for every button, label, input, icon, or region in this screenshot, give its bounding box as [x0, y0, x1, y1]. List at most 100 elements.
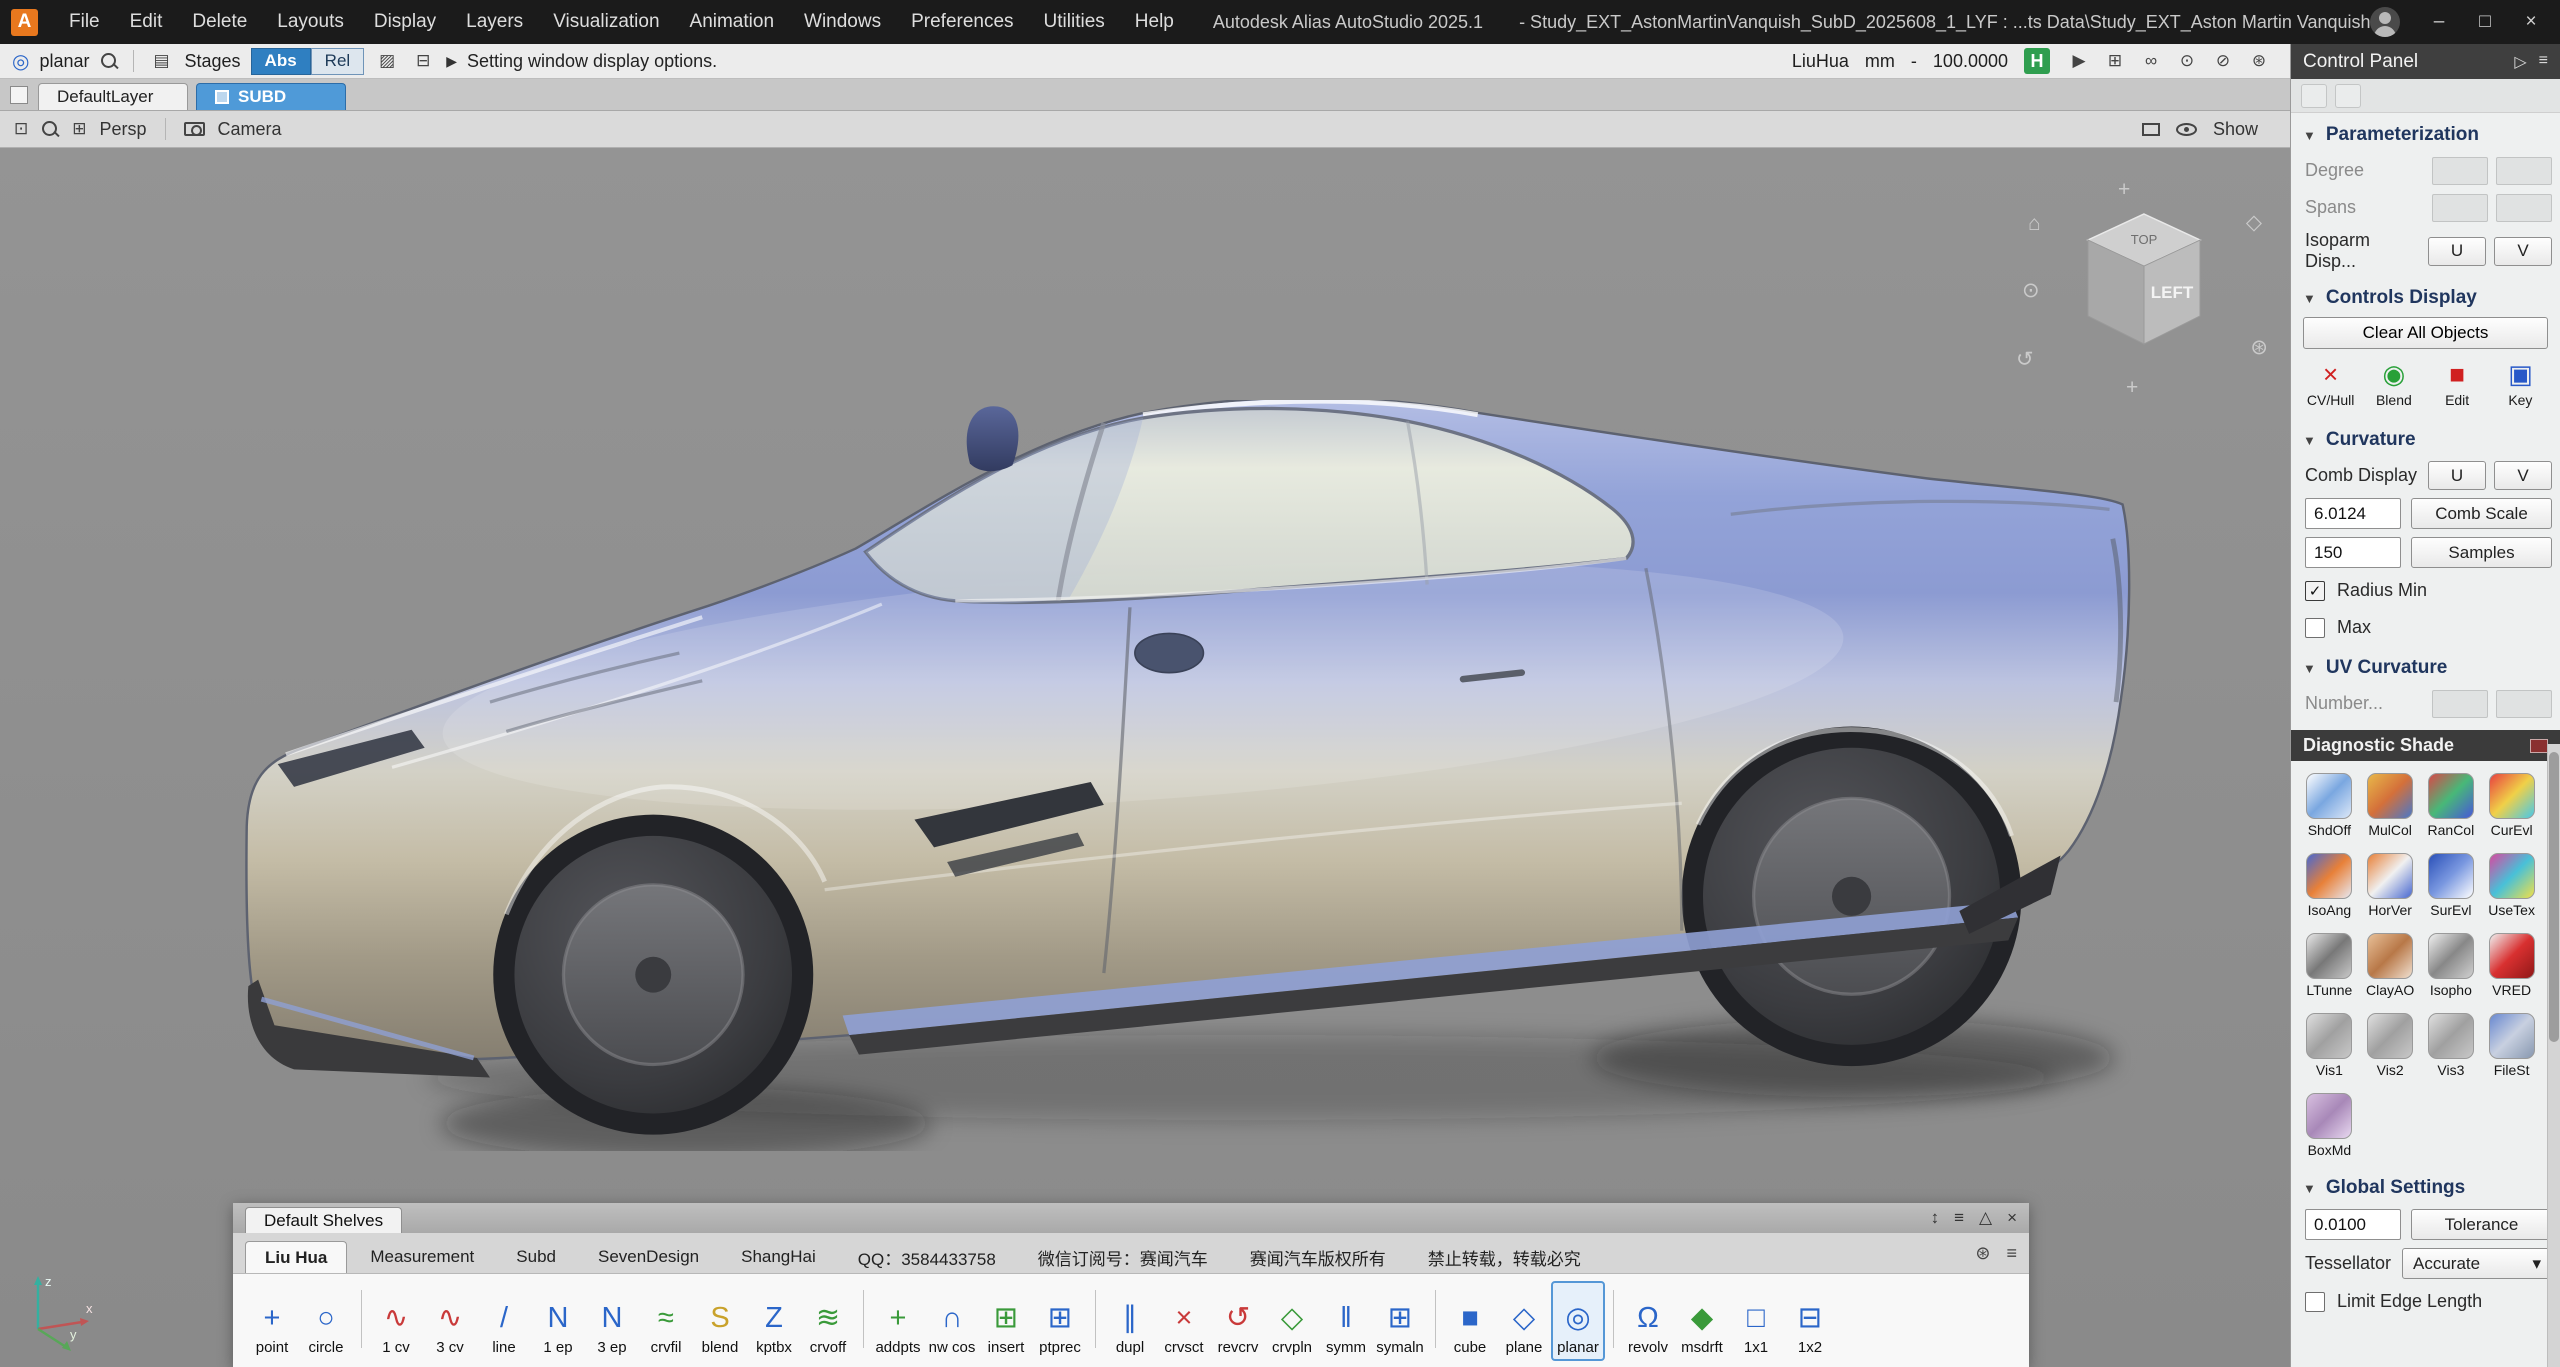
shade-mode-button[interactable]: Vis3 [2421, 1013, 2482, 1078]
tolerance-button[interactable]: Tolerance [2411, 1209, 2552, 1240]
dock-icon[interactable] [2530, 739, 2548, 753]
shelf-tool[interactable]: ↺ revcrv [1211, 1281, 1265, 1361]
controls-display-button[interactable]: ▣ Key [2489, 359, 2552, 408]
comb-scale-field[interactable]: 6.0124 [2305, 498, 2401, 529]
shelves-titlebar[interactable]: Default Shelves ↕ ≡ △ × [233, 1203, 2029, 1233]
shelf-tab[interactable]: 赛闻汽车版权所有 [1231, 1241, 1405, 1273]
layer-page-icon[interactable] [10, 86, 28, 104]
user-name-label[interactable]: LiuHua [1792, 51, 1849, 72]
shelf-tab[interactable]: Measurement [351, 1241, 493, 1273]
shelf-tool[interactable] [1427, 1281, 1443, 1361]
pin-icon[interactable]: + [2118, 178, 2130, 202]
scrollbar-thumb[interactable] [2549, 752, 2559, 1042]
shelf-tool[interactable]: / line [477, 1281, 531, 1361]
section-parameterization[interactable]: ▼ Parameterization [2291, 113, 2560, 152]
shelf-tab[interactable]: ShangHai [722, 1241, 835, 1273]
view-name-label[interactable]: Persp [100, 119, 147, 140]
shade-mode-button[interactable]: BoxMd [2299, 1093, 2360, 1158]
layer-checkbox[interactable] [215, 90, 229, 104]
options-icon[interactable]: ⊛ [2246, 48, 2272, 74]
shade-mode-button[interactable]: ShdOff [2299, 773, 2360, 838]
shelf-tool[interactable]: ◇ plane [1497, 1281, 1551, 1361]
gear-icon[interactable]: ⊛ [2250, 335, 2268, 360]
shelf-tab[interactable]: 微信订阅号：赛闻汽车 [1019, 1241, 1227, 1273]
controls-display-button[interactable]: ■ Edit [2426, 359, 2489, 408]
shade-mode-button[interactable]: Vis1 [2299, 1013, 2360, 1078]
rel-button[interactable]: Rel [311, 48, 365, 75]
radius-min-checkbox[interactable] [2305, 581, 2325, 601]
menu-item[interactable]: Windows [789, 0, 896, 44]
alias-logo-icon[interactable]: A [11, 9, 38, 36]
shelf-tool[interactable]: ≈ crvfil [639, 1281, 693, 1361]
shelf-tool[interactable]: ⊞ symaln [1373, 1281, 1427, 1361]
home-icon[interactable]: ⌂ [2028, 212, 2041, 236]
menu-item[interactable]: Preferences [896, 0, 1028, 44]
shelf-tool[interactable]: ■ cube [1443, 1281, 1497, 1361]
camera-icon[interactable] [184, 122, 205, 136]
spans-u-field[interactable] [2432, 194, 2488, 222]
comb-scale-button[interactable]: Comb Scale [2411, 498, 2552, 529]
shelf-tool[interactable]: ◇ crvpln [1265, 1281, 1319, 1361]
shade-mode-button[interactable]: FileSt [2481, 1013, 2542, 1078]
controls-display-button[interactable]: × CV/Hull [2299, 359, 2362, 408]
shelf-tool[interactable]: ⊞ insert [979, 1281, 1033, 1361]
section-curvature[interactable]: ▼ Curvature [2291, 418, 2560, 457]
stages-icon[interactable]: ▤ [149, 48, 175, 74]
comb-v-button[interactable]: V [2494, 461, 2552, 490]
play-icon[interactable]: ▷ [2514, 52, 2526, 72]
shade-mode-button[interactable]: Isopho [2421, 933, 2482, 998]
shade-mode-button[interactable]: Vis2 [2360, 1013, 2421, 1078]
shelf-tab[interactable]: QQ：3584433758 [839, 1241, 1015, 1273]
shelf-tab[interactable]: Liu Hua [245, 1241, 347, 1273]
close-button[interactable]: × [2510, 4, 2552, 40]
magnet-icon[interactable]: ⊘ [2210, 48, 2236, 74]
camera-label[interactable]: Camera [218, 119, 282, 140]
link-icon[interactable]: ∞ [2138, 48, 2164, 74]
shelf-tool[interactable]: N 3 ep [585, 1281, 639, 1361]
uv-number-u-field[interactable] [2432, 690, 2488, 718]
dock-icon[interactable]: ↕ [1931, 1208, 1940, 1228]
minimize-button[interactable]: – [2418, 4, 2460, 40]
bookmark-icon[interactable]: ◇ [2246, 210, 2262, 235]
perspective-viewport[interactable]: ⊡ ⊞ Persp Camera Show [0, 111, 2290, 1367]
clear-all-objects-button[interactable]: Clear All Objects [2303, 317, 2548, 349]
menu-item[interactable]: Edit [115, 0, 178, 44]
menu-item[interactable]: Display [359, 0, 451, 44]
shelf-tool[interactable]: ‖ symm [1319, 1281, 1373, 1361]
maximize-button[interactable]: □ [2464, 4, 2506, 40]
snap-icon[interactable]: ⊙ [2174, 48, 2200, 74]
menu-item[interactable]: Animation [675, 0, 790, 44]
menu-item[interactable]: File [54, 0, 115, 44]
search-icon[interactable] [100, 52, 118, 70]
construction-plane-icon[interactable]: ▨ [374, 48, 400, 74]
shelf-tab[interactable]: 禁止转载，转载必究 [1409, 1241, 1600, 1273]
samples-button[interactable]: Samples [2411, 537, 2552, 568]
shelf-tool[interactable]: □ 1x1 [1729, 1281, 1783, 1361]
menu-item[interactable]: Utilities [1029, 0, 1120, 44]
shade-mode-button[interactable]: HorVer [2360, 853, 2421, 918]
menu-item[interactable]: Layers [451, 0, 538, 44]
units-label[interactable]: mm [1865, 51, 1895, 72]
shelf-tool[interactable]: + addpts [871, 1281, 925, 1361]
visibility-eye-icon[interactable] [2176, 123, 2197, 136]
add-icon[interactable]: + [2126, 376, 2138, 400]
menu-item[interactable]: Help [1120, 0, 1189, 44]
prompt-expand-icon[interactable]: ▶ [446, 53, 457, 70]
close-icon[interactable]: × [2007, 1208, 2017, 1228]
isoparm-u-button[interactable]: U [2428, 237, 2486, 266]
samples-field[interactable]: 150 [2305, 537, 2401, 568]
layer-tab[interactable]: SUBD [196, 83, 346, 110]
panel-scrollbar[interactable] [2547, 744, 2560, 1367]
stages-label[interactable]: Stages [185, 51, 241, 72]
menu-icon[interactable]: ≡ [1954, 1208, 1964, 1228]
uv-number-v-field[interactable] [2496, 690, 2552, 718]
shelf-tool[interactable]: ∥ dupl [1103, 1281, 1157, 1361]
menu-item[interactable]: Visualization [538, 0, 674, 44]
shelf-tool[interactable]: Z kptbx [747, 1281, 801, 1361]
shelf-tool[interactable]: ⊞ ptprec [1033, 1281, 1087, 1361]
view-cube-faces[interactable]: TOP LEFT [2074, 206, 2214, 356]
tolerance-field[interactable]: 0.0100 [2305, 1209, 2401, 1240]
shade-mode-button[interactable]: IsoAng [2299, 853, 2360, 918]
shelves-window-tab[interactable]: Default Shelves [245, 1207, 402, 1233]
shelf-tool[interactable]: ∿ 1 cv [369, 1281, 423, 1361]
